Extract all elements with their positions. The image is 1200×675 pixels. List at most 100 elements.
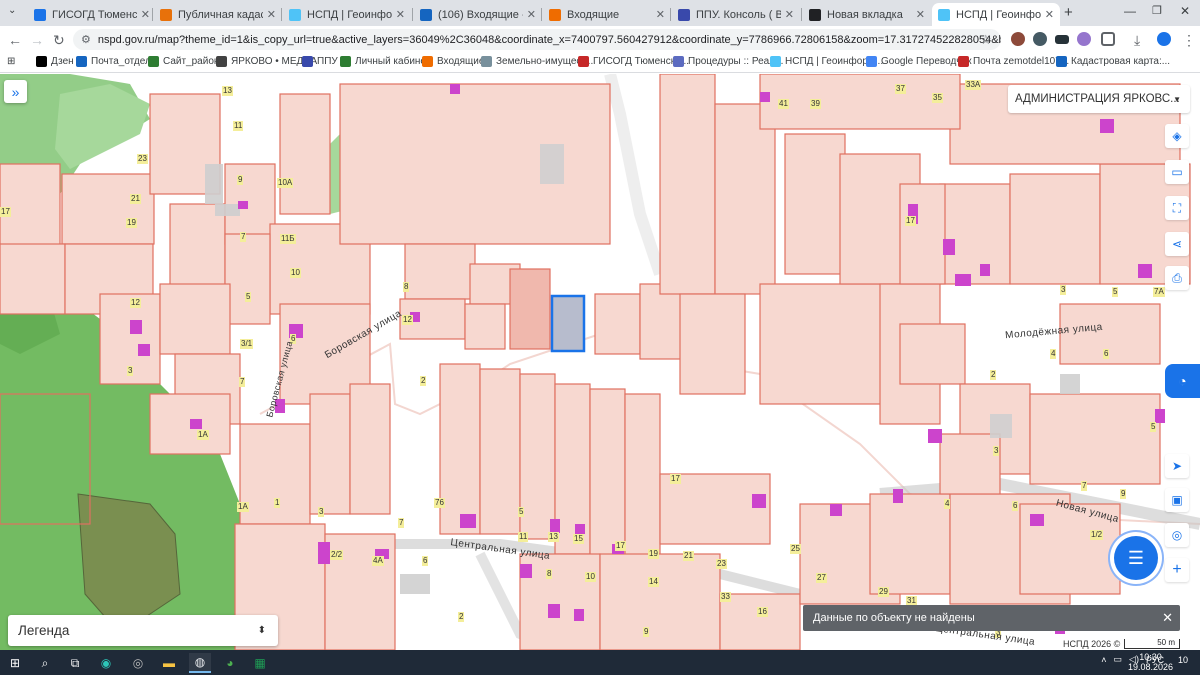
clock[interactable]: 10:30 19.08.2026 bbox=[1128, 652, 1173, 672]
geolocation-button[interactable]: ◎ bbox=[1165, 523, 1189, 547]
bookmark-item[interactable]: Процедуры :: Реал... bbox=[673, 56, 783, 67]
chevron-updown-icon: ⬍ bbox=[257, 625, 266, 636]
house-number-label: 11 bbox=[233, 121, 244, 131]
legend-selector[interactable]: Легенда ⬍ bbox=[8, 615, 278, 646]
house-number-label: 33 bbox=[720, 592, 731, 602]
tab-4[interactable]: Входящие ✕ bbox=[543, 3, 671, 26]
locate-button[interactable]: ➤ bbox=[1165, 454, 1189, 478]
download-icon[interactable]: ⤓ bbox=[1134, 32, 1140, 49]
forward-icon[interactable]: → bbox=[30, 32, 44, 48]
house-number-label: 9 bbox=[643, 627, 650, 637]
back-icon[interactable]: ← bbox=[8, 32, 22, 48]
tab-5[interactable]: ППУ. Консоль ( Входящи ✕ bbox=[672, 3, 800, 26]
tab-close-icon[interactable]: ✕ bbox=[396, 8, 405, 21]
chat-icon: ☰ bbox=[1127, 547, 1145, 568]
chat-bubble-icon: ◔ bbox=[1178, 373, 1187, 389]
maximize-icon[interactable]: ❐ bbox=[1152, 4, 1162, 17]
expand-panel-button[interactable]: » bbox=[4, 80, 27, 103]
start-icon[interactable]: ⊞ bbox=[4, 653, 26, 673]
tab-3[interactable]: (106) Входящие - Почта ✕ bbox=[414, 3, 542, 26]
tab-favicon-icon bbox=[160, 8, 172, 21]
reload-icon[interactable]: ↻ bbox=[53, 32, 65, 49]
app-icon[interactable]: ◎ bbox=[127, 653, 149, 673]
bookmark-item[interactable]: Дзен bbox=[36, 56, 74, 67]
tab-close-icon[interactable]: ✕ bbox=[1045, 8, 1054, 21]
close-icon[interactable]: ✕ bbox=[1162, 610, 1173, 626]
house-number-label: 15 bbox=[573, 534, 584, 544]
tab-7[interactable]: НСПД | Геоинформацио ✕ bbox=[932, 3, 1060, 26]
ruler-button[interactable]: ▭ bbox=[1165, 160, 1189, 184]
bookmark-favicon-icon bbox=[673, 56, 684, 67]
tab-close-icon[interactable]: ✕ bbox=[656, 8, 665, 21]
bookmark-item[interactable]: Google Переводчик bbox=[866, 56, 971, 67]
task-view-icon[interactable]: ⧉ bbox=[64, 653, 86, 673]
bookmark-item[interactable]: Земельно-имущест... bbox=[481, 56, 593, 67]
network-icon[interactable]: ▭ bbox=[1114, 654, 1123, 665]
monitor-icon: ▣ bbox=[1171, 493, 1183, 507]
apps-icon[interactable]: ⊞ bbox=[7, 56, 15, 67]
puzzle-icon[interactable] bbox=[1101, 32, 1115, 46]
extension-icon[interactable] bbox=[1077, 32, 1091, 46]
url-input[interactable]: ⚙ nspd.gov.ru/map?theme_id=1&is_copy_url… bbox=[73, 29, 1001, 50]
tab-0[interactable]: ГИСОГД Тюменской обл ✕ bbox=[28, 3, 156, 26]
edge-icon[interactable]: ◉ bbox=[95, 653, 117, 673]
tab-label: ППУ. Консоль ( Входящи bbox=[696, 8, 781, 21]
bookmark-item[interactable]: Сайт_района bbox=[148, 56, 225, 67]
bookmark-item[interactable]: Почта zemotdel107... bbox=[958, 56, 1069, 67]
bookmark-item[interactable]: Кадастровая карта:... bbox=[1056, 56, 1170, 67]
tab-close-icon[interactable]: ✕ bbox=[527, 8, 536, 21]
bookmark-item[interactable]: ППУ bbox=[302, 56, 338, 67]
tab-6[interactable]: Новая вкладка ✕ bbox=[803, 3, 931, 26]
tab-separator bbox=[412, 8, 413, 21]
tab-1[interactable]: Публичная кадастрова ✕ bbox=[154, 3, 282, 26]
tab-close-icon[interactable]: ✕ bbox=[267, 8, 276, 21]
menu-icon[interactable]: ⋮ bbox=[1182, 32, 1196, 49]
bookmark-item[interactable]: Почта_отдела bbox=[76, 56, 156, 67]
extension-icon[interactable] bbox=[1055, 35, 1069, 44]
map-canvas[interactable]: 13 11 23 9 21 19 10А 7 11Б 10 17 5 12 3/1 8 6 3 7 12 2 1А 3 1А… bbox=[0, 74, 1200, 650]
tab-close-icon[interactable]: ✕ bbox=[916, 8, 925, 21]
house-number-label: 29 bbox=[878, 587, 889, 597]
house-number-label: 2 bbox=[990, 370, 997, 380]
house-number-label: 3 bbox=[1060, 285, 1067, 295]
bookmark-label: Входящие bbox=[437, 56, 485, 67]
share-button[interactable]: ⋖ bbox=[1165, 232, 1189, 256]
layers-button[interactable]: ◈ bbox=[1165, 124, 1189, 148]
screen-button[interactable]: ▣ bbox=[1165, 488, 1189, 512]
select-icon: ⛶ bbox=[1172, 200, 1182, 215]
side-panel-tab[interactable]: ◔ bbox=[1165, 364, 1200, 398]
select-area-button[interactable]: ⛶ bbox=[1165, 196, 1189, 220]
print-button[interactable]: ⎙ bbox=[1165, 266, 1189, 290]
bookmark-item[interactable]: Входящие bbox=[422, 56, 484, 67]
file-explorer-icon[interactable]: ▬ bbox=[158, 653, 180, 673]
new-tab-button[interactable]: + bbox=[1064, 4, 1073, 21]
tab-close-icon[interactable]: ✕ bbox=[141, 8, 150, 21]
site-info-icon[interactable]: ⚙ bbox=[81, 33, 91, 46]
bookmark-item[interactable]: Личный кабинет bbox=[340, 56, 430, 67]
extension-icon[interactable] bbox=[1033, 32, 1047, 46]
bookmark-label: Почта_отдела bbox=[91, 56, 157, 67]
minimize-icon[interactable]: — bbox=[1124, 4, 1136, 18]
chat-button[interactable]: ☰ bbox=[1114, 536, 1158, 580]
admin-selector-value: АДМИНИСТРАЦИЯ ЯРКОВС... bbox=[1015, 93, 1180, 105]
tab-close-icon[interactable]: ✕ bbox=[785, 8, 794, 21]
house-number-label: 17 bbox=[615, 541, 626, 551]
search-icon[interactable]: ⌕ bbox=[34, 653, 56, 673]
chevron-up-icon[interactable]: ˄ bbox=[1101, 655, 1106, 665]
notifications-badge[interactable]: 10 bbox=[1178, 655, 1188, 665]
app-icon[interactable]: ◕ bbox=[219, 653, 241, 673]
admin-selector[interactable]: АДМИНИСТРАЦИЯ ЯРКОВС... ▼ bbox=[1008, 85, 1190, 113]
bookmark-star-icon[interactable]: ☆ bbox=[980, 32, 992, 48]
extension-icon[interactable] bbox=[1011, 32, 1025, 46]
close-window-icon[interactable]: ✕ bbox=[1180, 4, 1190, 18]
tab-2[interactable]: НСПД | Геоинформацио ✕ bbox=[283, 3, 411, 26]
house-number-label: 5 bbox=[1112, 287, 1119, 297]
house-number-label: 16 bbox=[757, 607, 768, 617]
tab-search-icon[interactable]: ⌄ bbox=[8, 5, 16, 16]
house-number-label: 23 bbox=[716, 559, 727, 569]
chrome-icon[interactable]: ◍ bbox=[189, 653, 211, 673]
zoom-in-button[interactable]: + bbox=[1165, 558, 1189, 582]
profile-avatar[interactable] bbox=[1157, 32, 1171, 46]
excel-icon[interactable]: ▦ bbox=[249, 653, 271, 673]
house-number-label: 14 bbox=[648, 577, 659, 587]
